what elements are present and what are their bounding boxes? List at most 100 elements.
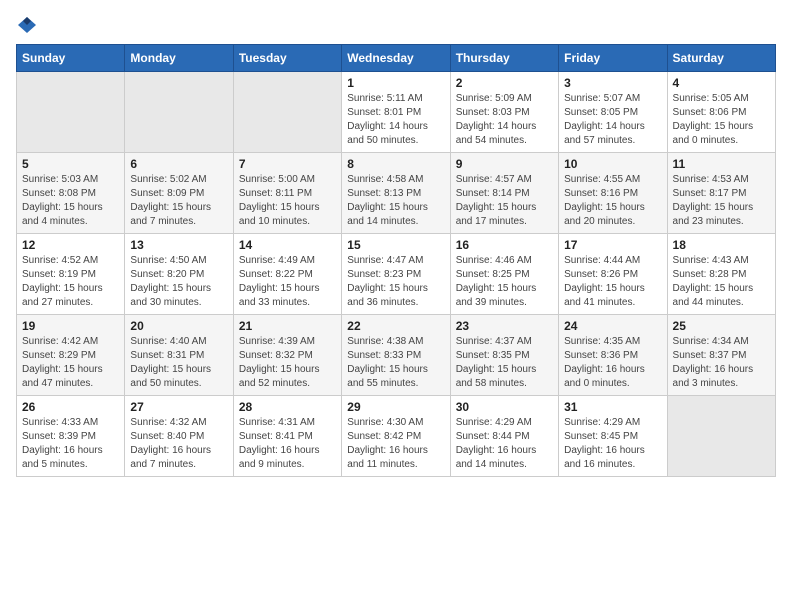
- calendar-day-cell: 29 Sunrise: 4:30 AM Sunset: 8:42 PM Dayli…: [342, 396, 450, 477]
- day-info: Sunrise: 5:03 AM Sunset: 8:08 PM Dayligh…: [22, 173, 119, 229]
- calendar-day-cell: 9 Sunrise: 4:57 AM Sunset: 8:14 PM Daylig…: [450, 153, 558, 234]
- day-number: 20: [130, 319, 227, 333]
- day-number: 31: [564, 400, 661, 414]
- calendar-day-cell: 3Sunrise: 5:07 AM Sunset: 8:05 PM Daylig…: [559, 72, 667, 153]
- day-info: Sunrise: 4:39 AM Sunset: 8:32 PM Dayligh…: [239, 335, 336, 391]
- day-info: Sunrise: 4:47 AM Sunset: 8:23 PM Dayligh…: [347, 254, 444, 310]
- day-number: 13: [130, 238, 227, 252]
- calendar-day-cell: 4 Sunrise: 5:05 AM Sunset: 8:06 PM Daylig…: [667, 72, 775, 153]
- day-info: Sunrise: 4:31 AM Sunset: 8:41 PM Dayligh…: [239, 416, 336, 472]
- day-number: 16: [456, 238, 553, 252]
- day-number: 29: [347, 400, 444, 414]
- day-number: 8: [347, 157, 444, 171]
- day-number: 27: [130, 400, 227, 414]
- calendar-table: SundayMondayTuesdayWednesdayThursdayFrid…: [16, 44, 776, 477]
- calendar-day-cell: 20 Sunrise: 4:40 AM Sunset: 8:31 PM Dayli…: [125, 315, 233, 396]
- day-info: Sunrise: 4:43 AM Sunset: 8:28 PM Dayligh…: [673, 254, 770, 310]
- calendar-day-cell: 8 Sunrise: 4:58 AM Sunset: 8:13 PM Daylig…: [342, 153, 450, 234]
- day-number: 12: [22, 238, 119, 252]
- day-number: 4: [673, 76, 770, 90]
- calendar-day-cell: 25 Sunrise: 4:34 AM Sunset: 8:37 PM Dayli…: [667, 315, 775, 396]
- day-number: 22: [347, 319, 444, 333]
- logo: [16, 16, 36, 34]
- day-info: Sunrise: 4:37 AM Sunset: 8:35 PM Dayligh…: [456, 335, 553, 391]
- calendar-day-cell: 5Sunrise: 5:03 AM Sunset: 8:08 PM Daylig…: [17, 153, 125, 234]
- calendar-day-cell: [667, 396, 775, 477]
- day-info: Sunrise: 5:05 AM Sunset: 8:06 PM Dayligh…: [673, 92, 770, 148]
- day-info: Sunrise: 4:55 AM Sunset: 8:16 PM Dayligh…: [564, 173, 661, 229]
- day-info: Sunrise: 4:57 AM Sunset: 8:14 PM Dayligh…: [456, 173, 553, 229]
- calendar-day-cell: 18 Sunrise: 4:43 AM Sunset: 8:28 PM Dayli…: [667, 234, 775, 315]
- day-number: 25: [673, 319, 770, 333]
- weekday-header: Wednesday: [342, 45, 450, 72]
- calendar-day-cell: 23 Sunrise: 4:37 AM Sunset: 8:35 PM Dayli…: [450, 315, 558, 396]
- day-info: Sunrise: 5:11 AM Sunset: 8:01 PM Dayligh…: [347, 92, 444, 148]
- day-number: 3: [564, 76, 661, 90]
- day-info: Sunrise: 4:46 AM Sunset: 8:25 PM Dayligh…: [456, 254, 553, 310]
- day-number: 30: [456, 400, 553, 414]
- day-number: 10: [564, 157, 661, 171]
- calendar-day-cell: 19Sunrise: 4:42 AM Sunset: 8:29 PM Dayli…: [17, 315, 125, 396]
- calendar-day-cell: 15 Sunrise: 4:47 AM Sunset: 8:23 PM Dayli…: [342, 234, 450, 315]
- calendar-day-cell: 2 Sunrise: 5:09 AM Sunset: 8:03 PM Daylig…: [450, 72, 558, 153]
- calendar-header-row: SundayMondayTuesdayWednesdayThursdayFrid…: [17, 45, 776, 72]
- calendar-week-row: 1 Sunrise: 5:11 AM Sunset: 8:01 PM Daylig…: [17, 72, 776, 153]
- calendar-week-row: 12 Sunrise: 4:52 AM Sunset: 8:19 PM Dayli…: [17, 234, 776, 315]
- weekday-header: Friday: [559, 45, 667, 72]
- weekday-header: Sunday: [17, 45, 125, 72]
- calendar-day-cell: 1 Sunrise: 5:11 AM Sunset: 8:01 PM Daylig…: [342, 72, 450, 153]
- day-number: 17: [564, 238, 661, 252]
- calendar-day-cell: 17 Sunrise: 4:44 AM Sunset: 8:26 PM Dayli…: [559, 234, 667, 315]
- day-info: Sunrise: 4:38 AM Sunset: 8:33 PM Dayligh…: [347, 335, 444, 391]
- day-info: Sunrise: 4:50 AM Sunset: 8:20 PM Dayligh…: [130, 254, 227, 310]
- calendar-day-cell: 11Sunrise: 4:53 AM Sunset: 8:17 PM Dayli…: [667, 153, 775, 234]
- day-info: Sunrise: 4:58 AM Sunset: 8:13 PM Dayligh…: [347, 173, 444, 229]
- day-number: 14: [239, 238, 336, 252]
- day-number: 26: [22, 400, 119, 414]
- day-number: 6: [130, 157, 227, 171]
- calendar-week-row: 26 Sunrise: 4:33 AM Sunset: 8:39 PM Dayli…: [17, 396, 776, 477]
- calendar-day-cell: [17, 72, 125, 153]
- day-info: Sunrise: 4:52 AM Sunset: 8:19 PM Dayligh…: [22, 254, 119, 310]
- calendar-day-cell: 30 Sunrise: 4:29 AM Sunset: 8:44 PM Dayli…: [450, 396, 558, 477]
- day-number: 24: [564, 319, 661, 333]
- calendar-week-row: 19Sunrise: 4:42 AM Sunset: 8:29 PM Dayli…: [17, 315, 776, 396]
- day-number: 11: [673, 157, 770, 171]
- day-info: Sunrise: 4:33 AM Sunset: 8:39 PM Dayligh…: [22, 416, 119, 472]
- calendar-day-cell: 26 Sunrise: 4:33 AM Sunset: 8:39 PM Dayli…: [17, 396, 125, 477]
- day-number: 7: [239, 157, 336, 171]
- day-number: 23: [456, 319, 553, 333]
- day-number: 9: [456, 157, 553, 171]
- calendar-day-cell: 27 Sunrise: 4:32 AM Sunset: 8:40 PM Dayli…: [125, 396, 233, 477]
- day-info: Sunrise: 4:44 AM Sunset: 8:26 PM Dayligh…: [564, 254, 661, 310]
- weekday-header: Tuesday: [233, 45, 341, 72]
- day-number: 28: [239, 400, 336, 414]
- day-info: Sunrise: 4:49 AM Sunset: 8:22 PM Dayligh…: [239, 254, 336, 310]
- day-info: Sunrise: 5:00 AM Sunset: 8:11 PM Dayligh…: [239, 173, 336, 229]
- calendar-day-cell: 14 Sunrise: 4:49 AM Sunset: 8:22 PM Dayli…: [233, 234, 341, 315]
- calendar-day-cell: 13 Sunrise: 4:50 AM Sunset: 8:20 PM Dayli…: [125, 234, 233, 315]
- calendar-day-cell: 16 Sunrise: 4:46 AM Sunset: 8:25 PM Dayli…: [450, 234, 558, 315]
- day-info: Sunrise: 4:30 AM Sunset: 8:42 PM Dayligh…: [347, 416, 444, 472]
- day-info: Sunrise: 4:29 AM Sunset: 8:44 PM Dayligh…: [456, 416, 553, 472]
- calendar-day-cell: 31Sunrise: 4:29 AM Sunset: 8:45 PM Dayli…: [559, 396, 667, 477]
- calendar-day-cell: 6Sunrise: 5:02 AM Sunset: 8:09 PM Daylig…: [125, 153, 233, 234]
- calendar-day-cell: 21 Sunrise: 4:39 AM Sunset: 8:32 PM Dayli…: [233, 315, 341, 396]
- day-info: Sunrise: 4:40 AM Sunset: 8:31 PM Dayligh…: [130, 335, 227, 391]
- calendar-day-cell: 7 Sunrise: 5:00 AM Sunset: 8:11 PM Daylig…: [233, 153, 341, 234]
- day-info: Sunrise: 5:09 AM Sunset: 8:03 PM Dayligh…: [456, 92, 553, 148]
- calendar-day-cell: 12 Sunrise: 4:52 AM Sunset: 8:19 PM Dayli…: [17, 234, 125, 315]
- weekday-header: Saturday: [667, 45, 775, 72]
- day-number: 2: [456, 76, 553, 90]
- page-header: [16, 16, 776, 34]
- calendar-day-cell: [125, 72, 233, 153]
- day-number: 15: [347, 238, 444, 252]
- day-info: Sunrise: 4:32 AM Sunset: 8:40 PM Dayligh…: [130, 416, 227, 472]
- day-number: 19: [22, 319, 119, 333]
- day-number: 18: [673, 238, 770, 252]
- calendar-day-cell: 22 Sunrise: 4:38 AM Sunset: 8:33 PM Dayli…: [342, 315, 450, 396]
- day-number: 1: [347, 76, 444, 90]
- day-number: 21: [239, 319, 336, 333]
- calendar-day-cell: 24Sunrise: 4:35 AM Sunset: 8:36 PM Dayli…: [559, 315, 667, 396]
- day-info: Sunrise: 4:34 AM Sunset: 8:37 PM Dayligh…: [673, 335, 770, 391]
